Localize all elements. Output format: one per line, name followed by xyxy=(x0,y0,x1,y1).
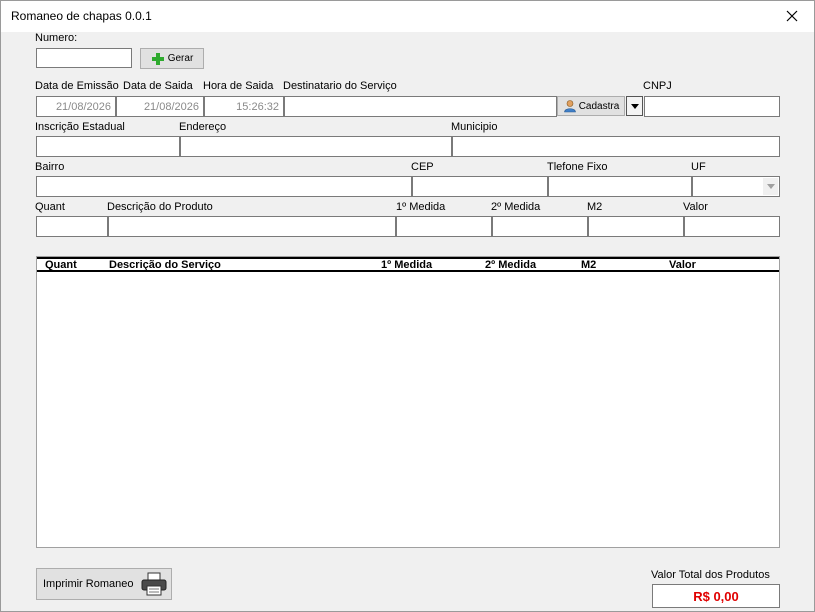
inscricao-label: Inscrição Estadual xyxy=(35,121,125,133)
list-header-quant: Quant xyxy=(45,259,77,271)
destinatario-dropdown-button[interactable] xyxy=(626,96,643,116)
medida2-label: 2º Medida xyxy=(491,201,541,213)
gerar-button[interactable]: Gerar xyxy=(140,48,204,69)
chevron-down-icon xyxy=(766,184,775,189)
list-header-medida1: 1º Medida xyxy=(381,259,433,271)
cadastra-label: Cadastra xyxy=(578,100,620,112)
imprimir-label: Imprimir Romaneo xyxy=(43,578,134,590)
municipio-label: Municipio xyxy=(451,121,498,133)
telefone-field[interactable] xyxy=(548,176,692,197)
list-header-valor: Valor xyxy=(669,259,696,271)
total-value: R$ 0,00 xyxy=(652,584,780,608)
valor-field[interactable] xyxy=(684,216,780,237)
destinatario-field[interactable] xyxy=(284,96,557,117)
services-list[interactable]: Quant Descrição do Serviço 1º Medida 2º … xyxy=(36,256,780,548)
window-title: Romaneo de chapas 0.0.1 xyxy=(11,9,152,23)
data-emissao-field[interactable] xyxy=(36,96,116,117)
cnpj-label: CNPJ xyxy=(643,80,672,92)
close-icon xyxy=(786,10,798,22)
m2-label: M2 xyxy=(587,201,603,213)
telefone-label: Tlefone Fixo xyxy=(547,161,608,173)
uf-dropdown-arrow[interactable] xyxy=(763,178,778,195)
list-header-descricao: Descrição do Serviço xyxy=(109,259,221,271)
user-icon xyxy=(563,100,576,113)
municipio-field[interactable] xyxy=(452,136,780,157)
hora-saida-field[interactable] xyxy=(204,96,284,117)
data-emissao-label: Data de Emissão xyxy=(35,80,119,92)
list-header-m2: M2 xyxy=(581,259,597,271)
medida1-label: 1º Medida xyxy=(396,201,446,213)
destinatario-label: Destinatario do Serviço xyxy=(283,80,397,92)
hora-saida-label: Hora de Saida xyxy=(203,80,274,92)
imprimir-button[interactable]: Imprimir Romaneo xyxy=(36,568,172,600)
numero-input[interactable] xyxy=(36,48,132,68)
medida2-field[interactable] xyxy=(492,216,588,237)
bairro-field[interactable] xyxy=(36,176,412,197)
bairro-label: Bairro xyxy=(35,161,65,173)
endereco-field[interactable] xyxy=(180,136,452,157)
cnpj-field[interactable] xyxy=(644,96,780,117)
data-saida-field[interactable] xyxy=(116,96,204,117)
numero-label: Numero: xyxy=(35,32,78,44)
uf-label: UF xyxy=(691,161,706,173)
medida1-field[interactable] xyxy=(396,216,492,237)
endereco-label: Endereço xyxy=(179,121,227,133)
m2-field[interactable] xyxy=(588,216,684,237)
main-window: Romaneo de chapas 0.0.1 Numero: Gerar Da… xyxy=(0,0,815,612)
total-label: Valor Total dos Produtos xyxy=(651,569,770,581)
chevron-down-icon xyxy=(630,103,639,109)
list-header-medida2: 2º Medida xyxy=(485,259,537,271)
list-header: Quant Descrição do Serviço 1º Medida 2º … xyxy=(37,257,779,272)
quant-label: Quant xyxy=(35,201,65,213)
cadastra-button[interactable]: Cadastra xyxy=(557,96,625,116)
uf-select[interactable] xyxy=(692,176,780,197)
gerar-label: Gerar xyxy=(167,53,194,64)
cep-label: CEP xyxy=(411,161,434,173)
inscricao-field[interactable] xyxy=(36,136,180,157)
plus-icon xyxy=(151,52,164,65)
valor-label: Valor xyxy=(683,201,708,213)
descricao-produto-field[interactable] xyxy=(108,216,396,237)
title-bar: Romaneo de chapas 0.0.1 xyxy=(1,1,814,32)
cep-field[interactable] xyxy=(412,176,548,197)
close-button[interactable] xyxy=(770,1,814,31)
descricao-produto-label: Descrição do Produto xyxy=(107,201,213,213)
printer-icon xyxy=(141,572,167,596)
data-saida-label: Data de Saida xyxy=(123,80,193,92)
quant-field[interactable] xyxy=(36,216,108,237)
